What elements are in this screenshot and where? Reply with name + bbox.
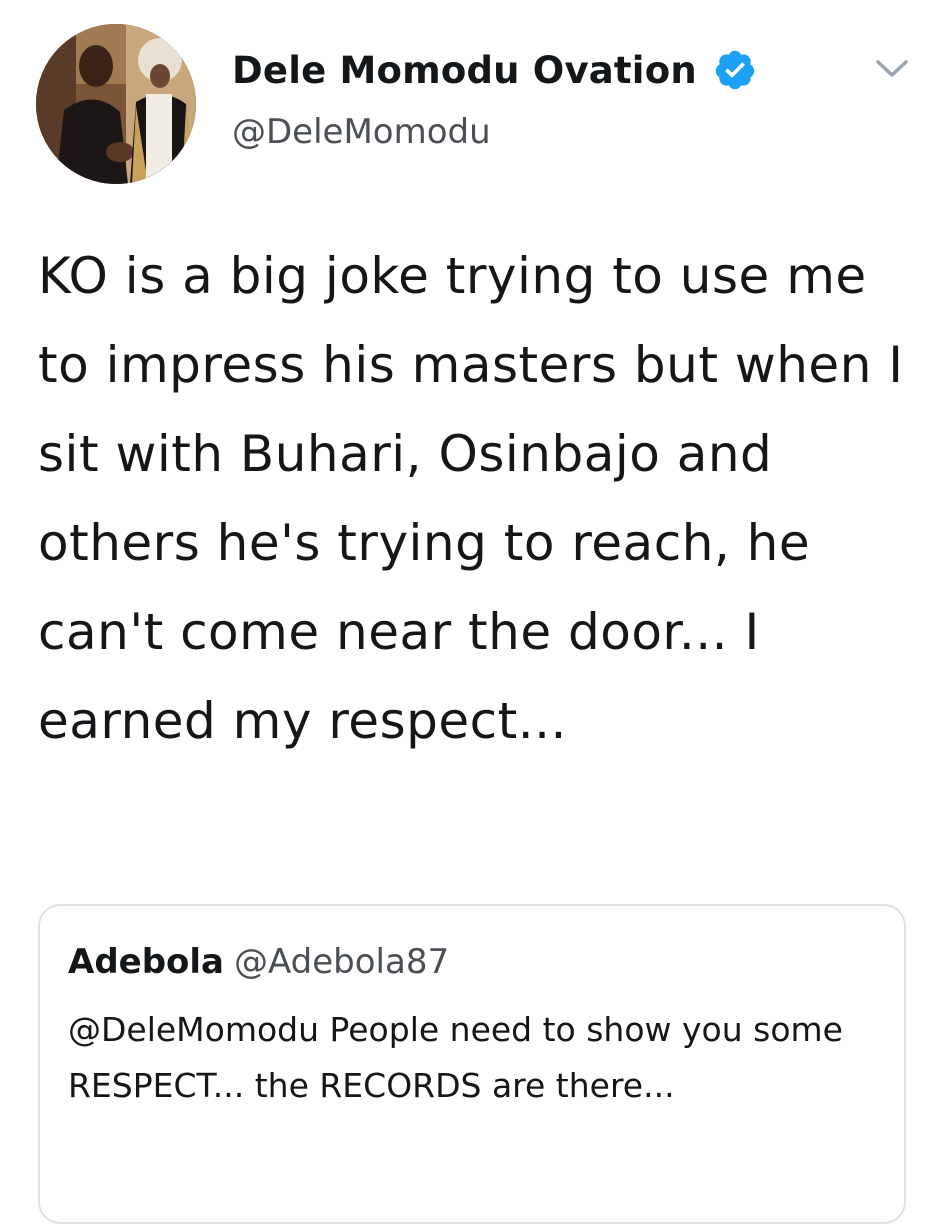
author-display-name[interactable]: Dele Momodu Ovation xyxy=(232,49,697,92)
author-handle[interactable]: @DeleMomodu xyxy=(232,112,757,152)
quoted-tweet[interactable]: Adebola @Adebola87 @DeleMomodu People nee… xyxy=(38,904,906,1224)
quoted-tweet-header: Adebola @Adebola87 xyxy=(68,942,449,982)
author-name-row: Dele Momodu Ovation xyxy=(232,38,757,102)
quoted-author-handle: @Adebola87 xyxy=(234,942,450,982)
author-avatar[interactable] xyxy=(36,24,196,184)
quoted-author-name: Adebola xyxy=(68,942,225,982)
quoted-tweet-text: @DeleMomodu People need to show you some… xyxy=(68,1010,843,1105)
chevron-down-icon xyxy=(876,60,908,77)
author-info: Dele Momodu Ovation @DeleMomodu xyxy=(232,38,757,152)
profile-photo-icon xyxy=(36,24,196,184)
tweet-card: Dele Momodu Ovation @DeleMomodu KO is a … xyxy=(0,0,945,1224)
tweet-text: KO is a big joke trying to use me to imp… xyxy=(38,247,904,750)
tweet-menu-button[interactable] xyxy=(872,55,912,83)
verified-badge-icon xyxy=(713,48,757,92)
